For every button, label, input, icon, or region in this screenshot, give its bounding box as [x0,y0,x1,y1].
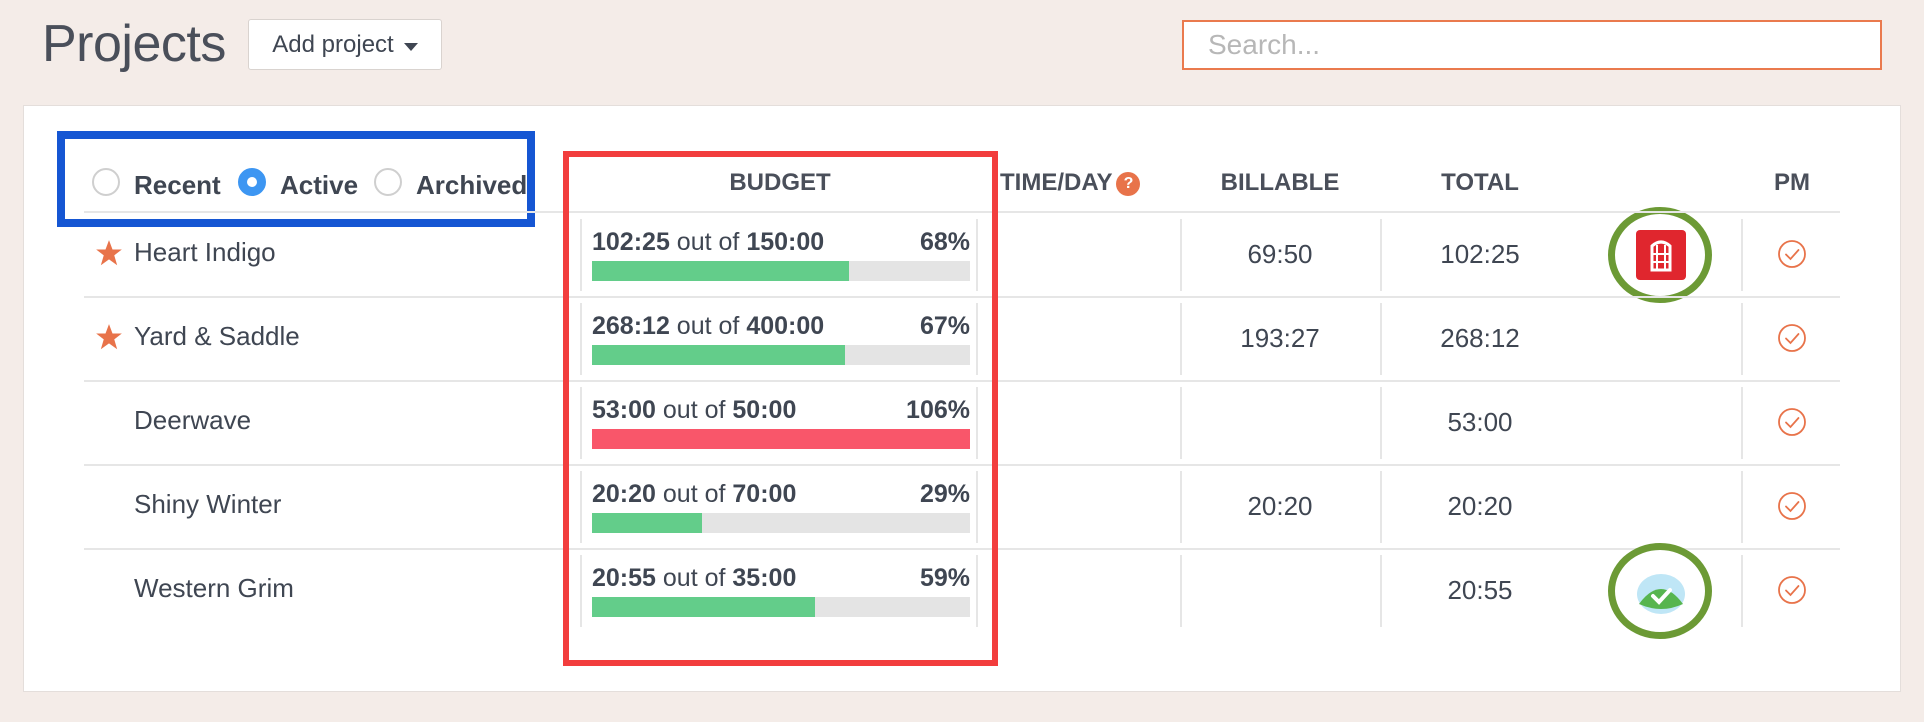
billable-value: 193:27 [1240,323,1320,353]
project-name[interactable]: Shiny Winter [134,487,281,521]
add-project-button[interactable]: Add project [248,19,442,70]
pm-check-icon[interactable] [1777,407,1807,437]
caret-down-icon [403,42,418,51]
column-header-time-per-day: TIME/DAY? [1000,168,1160,198]
radio-label-recent[interactable]: Recent [134,168,221,202]
project-name[interactable]: Deerwave [134,403,251,437]
radio-archived[interactable] [374,168,402,196]
page-title: Projects [42,15,226,73]
star-icon[interactable] [95,239,123,267]
pm-check-icon[interactable] [1777,575,1807,605]
total-value: 53:00 [1447,407,1513,437]
column-separator [1741,471,1743,543]
project-name[interactable]: Western Grim [134,571,294,605]
column-header-pm: PM [1774,169,1810,196]
column-header-billable: BILLABLE [1220,169,1340,196]
search-input[interactable] [1182,20,1882,70]
billable-value: 20:20 [1247,491,1313,521]
column-header-total: TOTAL [1441,169,1519,196]
radio-active[interactable] [238,168,266,196]
budget-highlight-box [563,151,998,666]
add-project-label: Add project [272,30,394,58]
total-value: 102:25 [1440,239,1520,269]
project-name[interactable]: Heart Indigo [134,235,276,269]
total-value: 268:12 [1440,323,1520,353]
total-value: 20:55 [1447,575,1513,605]
column-separator [1741,555,1743,627]
radio-recent[interactable] [92,168,120,196]
pm-check-icon[interactable] [1777,491,1807,521]
column-separator [1741,303,1743,375]
building-icon[interactable] [1636,230,1686,280]
pm-check-icon[interactable] [1777,239,1807,269]
pm-check-icon[interactable] [1777,323,1807,353]
time-per-day-label: TIME/DAY [1000,169,1113,196]
column-separator [1180,387,1182,459]
radio-label-active[interactable]: Active [280,168,358,202]
total-value: 20:20 [1447,491,1513,521]
star-icon[interactable] [95,323,123,351]
column-separator [1741,387,1743,459]
basecamp-icon[interactable] [1636,566,1686,616]
help-icon[interactable]: ? [1116,172,1141,196]
billable-value: 69:50 [1247,239,1313,269]
column-separator [1180,555,1182,627]
column-separator [1741,219,1743,291]
radio-label-archived[interactable]: Archived [416,168,527,202]
project-name[interactable]: Yard & Saddle [134,319,300,353]
